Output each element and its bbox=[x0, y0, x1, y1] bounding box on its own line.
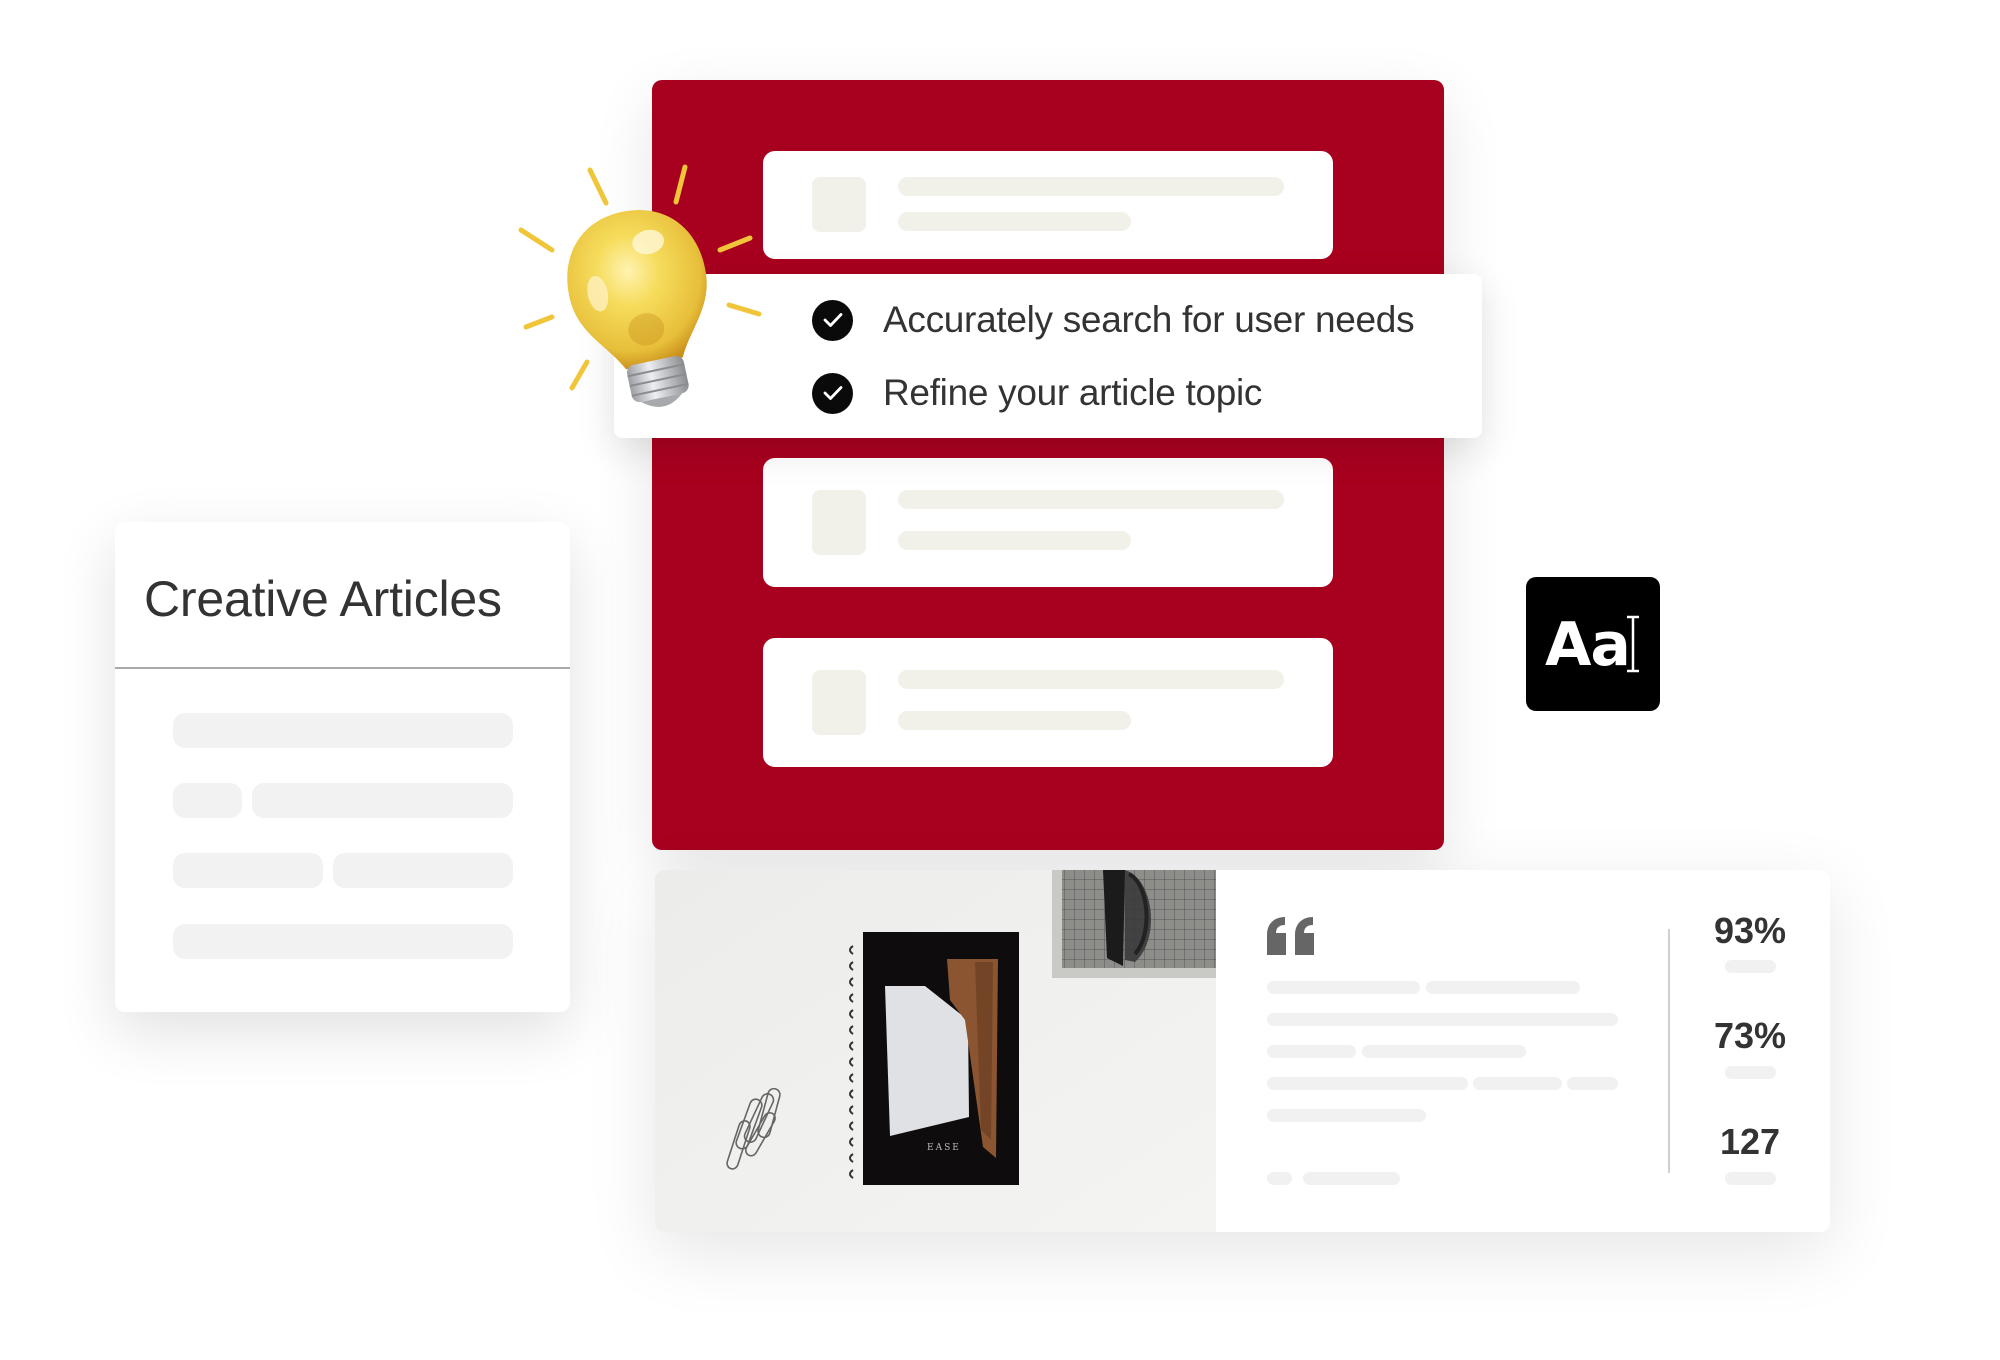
list-card-thumbnail bbox=[812, 490, 866, 555]
list-card-title-placeholder bbox=[898, 177, 1284, 196]
bulb-glass bbox=[567, 210, 707, 370]
notebook-cover-text: EASE bbox=[927, 1143, 961, 1153]
skeleton-line bbox=[173, 853, 323, 888]
list-card[interactable] bbox=[763, 458, 1333, 587]
light-ray bbox=[587, 167, 609, 206]
articles-card-title: Creative Articles bbox=[144, 571, 502, 627]
light-ray bbox=[569, 359, 590, 391]
typography-badge-label: Aa bbox=[1545, 610, 1631, 680]
check-circle-icon bbox=[812, 372, 853, 414]
light-ray bbox=[717, 235, 753, 253]
quote-skeleton-line bbox=[1267, 981, 1420, 994]
list-card-subtitle-placeholder bbox=[898, 212, 1131, 231]
quote-icon bbox=[1267, 917, 1314, 955]
stat-value: 127 bbox=[1719, 1121, 1781, 1162]
skeleton-line bbox=[173, 783, 242, 818]
author-skeleton-name bbox=[1303, 1172, 1400, 1185]
light-ray bbox=[518, 227, 555, 253]
testimonial-stats-card: EASE 93% 73% 127 bbox=[655, 870, 1830, 1232]
quote-skeleton-line bbox=[1267, 1109, 1426, 1122]
quote-skeleton-line bbox=[1267, 1045, 1356, 1058]
skeleton-line bbox=[173, 713, 513, 748]
light-ray bbox=[673, 164, 688, 205]
skeleton-line bbox=[333, 853, 513, 888]
stat-label-placeholder bbox=[1725, 1066, 1776, 1079]
notebook: EASE bbox=[849, 932, 1019, 1185]
list-card-thumbnail bbox=[812, 177, 866, 232]
articles-card-divider bbox=[115, 667, 570, 669]
quote-skeleton-line bbox=[1362, 1045, 1526, 1058]
list-card-thumbnail bbox=[812, 670, 866, 735]
articles-card[interactable]: Creative Articles bbox=[115, 522, 570, 1012]
skeleton-line bbox=[173, 924, 513, 959]
author-skeleton-avatar bbox=[1267, 1172, 1292, 1185]
quote-skeleton-line bbox=[1426, 981, 1580, 994]
quote-skeleton-line bbox=[1267, 1077, 1468, 1090]
quote-skeleton-line bbox=[1567, 1077, 1618, 1090]
quote-skeleton-line bbox=[1267, 1013, 1618, 1026]
checklist-item-label: Accurately search for user needs bbox=[883, 299, 1415, 340]
check-circle-icon bbox=[812, 299, 853, 341]
list-card[interactable] bbox=[763, 151, 1333, 259]
stat-value: 73% bbox=[1713, 1015, 1787, 1056]
checklist-item-label: Refine your article topic bbox=[883, 372, 1263, 413]
typography-badge[interactable]: Aa bbox=[1526, 577, 1660, 711]
list-card[interactable] bbox=[763, 638, 1333, 767]
grid-tray bbox=[1052, 870, 1218, 978]
list-card-title-placeholder bbox=[898, 670, 1284, 689]
light-ray bbox=[523, 314, 555, 330]
stat-label-placeholder bbox=[1725, 960, 1776, 973]
stat-value: 93% bbox=[1713, 910, 1787, 951]
quote-skeleton-line bbox=[1473, 1077, 1562, 1090]
lightbulb-icon bbox=[518, 164, 762, 407]
text-cursor-icon bbox=[1627, 615, 1639, 673]
stats-divider bbox=[1668, 929, 1670, 1173]
stat-label-placeholder bbox=[1725, 1172, 1776, 1185]
list-card-subtitle-placeholder bbox=[898, 711, 1131, 730]
skeleton-line bbox=[252, 783, 513, 818]
checklist-item: Refine your article topic bbox=[812, 371, 1262, 415]
notebook-photo: EASE bbox=[655, 870, 1218, 1232]
list-card-subtitle-placeholder bbox=[898, 531, 1131, 550]
list-card-title-placeholder bbox=[898, 490, 1284, 509]
light-ray bbox=[726, 302, 762, 317]
checklist-item: Accurately search for user needs bbox=[812, 298, 1415, 342]
